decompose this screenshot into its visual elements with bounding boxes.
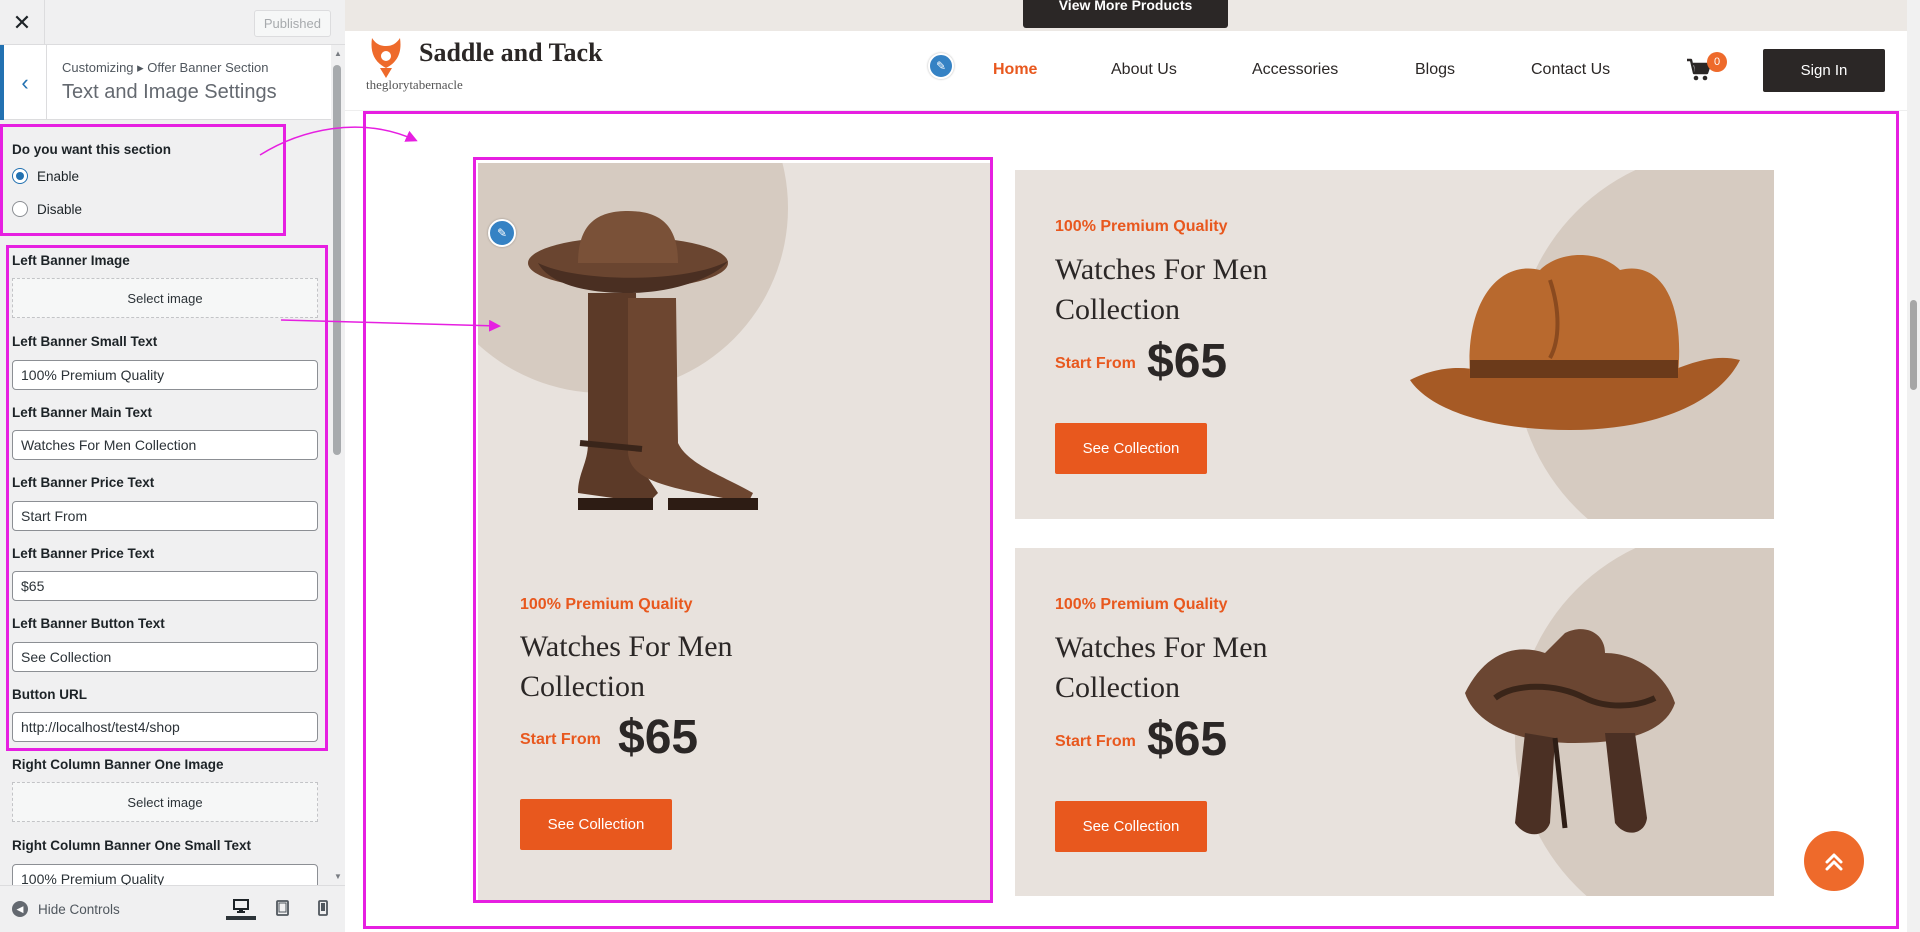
section-header: ‹ Customizing ▸ Offer Banner Section Tex… bbox=[0, 45, 335, 120]
right-two-price: $65 bbox=[1147, 713, 1228, 766]
right-offer-banner-two: 100% Premium Quality Watches For Men Col… bbox=[1015, 548, 1774, 896]
button-url-input[interactable]: http://localhost/test4/shop bbox=[12, 712, 318, 742]
preview-scrollbar[interactable] bbox=[1907, 0, 1920, 932]
breadcrumb: Customizing ▸ Offer Banner Section bbox=[62, 60, 269, 75]
customizer-sidebar: ✕ Published ‹ Customizing ▸ Offer Banner… bbox=[0, 0, 345, 932]
customizer-header-bar: ✕ Published bbox=[0, 0, 345, 45]
right-one-small-text-input[interactable]: 100% Premium Quality bbox=[12, 864, 318, 885]
published-button[interactable]: Published bbox=[253, 10, 331, 37]
double-chevron-up-icon[interactable] bbox=[1804, 831, 1864, 891]
left-banner-select-image-button[interactable]: Select image bbox=[12, 278, 318, 318]
left-small-text-label: Left Banner Small Text bbox=[12, 334, 158, 349]
nav-accessories[interactable]: Accessories bbox=[1252, 61, 1338, 79]
customizer-footer: ◀ Hide Controls bbox=[0, 885, 345, 932]
left-price-label: Left Banner Price Text bbox=[12, 546, 155, 561]
right-one-see-collection-button[interactable]: See Collection bbox=[1055, 423, 1207, 474]
right-offer-banner-one: 100% Premium Quality Watches For Men Col… bbox=[1015, 170, 1774, 519]
enable-radio-row[interactable]: Enable bbox=[12, 168, 79, 184]
disable-radio[interactable] bbox=[12, 201, 28, 217]
scroll-up-icon[interactable]: ▲ bbox=[334, 49, 342, 58]
right-one-small-text-label: Right Column Banner One Small Text bbox=[12, 838, 252, 853]
disable-radio-row[interactable]: Disable bbox=[12, 201, 82, 217]
cart-count-badge: 0 bbox=[1707, 52, 1727, 72]
site-preview: View More Products Saddle and Tack thegl… bbox=[345, 0, 1920, 932]
site-brand[interactable]: Saddle and Tack bbox=[419, 38, 603, 68]
left-start-from: Start From bbox=[520, 731, 601, 748]
left-see-collection-button[interactable]: See Collection bbox=[520, 799, 672, 850]
controls-panel[interactable]: Do you want this section Enable Disable … bbox=[0, 120, 335, 885]
section-toggle-label: Do you want this section bbox=[12, 142, 172, 157]
cowboy-hat-image bbox=[1410, 255, 1740, 430]
left-main-text-input[interactable]: Watches For Men Collection bbox=[12, 430, 318, 460]
desktop-icon[interactable] bbox=[226, 896, 256, 920]
scroll-down-icon[interactable]: ▼ bbox=[334, 872, 342, 881]
left-price-input[interactable]: $65 bbox=[12, 571, 318, 601]
collapse-arrow-icon: ◀ bbox=[12, 901, 28, 917]
edit-pencil-icon[interactable]: ✎ bbox=[488, 219, 516, 247]
sidebar-scrollbar[interactable]: ▲ ▼ bbox=[331, 45, 345, 885]
right-one-main-text: Watches For Men Collection bbox=[1055, 253, 1268, 326]
left-button-text-label: Left Banner Button Text bbox=[12, 616, 165, 631]
left-banner-image-label: Left Banner Image bbox=[12, 253, 130, 268]
right-one-select-image-button[interactable]: Select image bbox=[12, 782, 318, 822]
right-one-price: $65 bbox=[1147, 335, 1228, 388]
left-price-text-label: Left Banner Price Text bbox=[12, 475, 155, 490]
enable-radio[interactable] bbox=[12, 168, 28, 184]
boots-and-hat-image bbox=[528, 211, 758, 510]
right-one-small-text: 100% Premium Quality bbox=[1055, 218, 1228, 235]
left-button-text-input[interactable]: See Collection bbox=[12, 642, 318, 672]
nav-contact-us[interactable]: Contact Us bbox=[1531, 61, 1610, 79]
left-main-text-label: Left Banner Main Text bbox=[12, 405, 153, 420]
left-small-text: 100% Premium Quality bbox=[520, 596, 693, 613]
left-main-text: Watches For Men Collection bbox=[520, 630, 733, 703]
site-tagline: theglorytabernacle bbox=[366, 77, 463, 92]
edit-pencil-icon[interactable]: ✎ bbox=[928, 53, 954, 79]
sign-in-button[interactable]: Sign In bbox=[1763, 49, 1885, 92]
left-price: $65 bbox=[618, 711, 699, 764]
right-two-see-collection-button[interactable]: See Collection bbox=[1055, 801, 1207, 852]
saddle-image bbox=[1465, 629, 1675, 835]
preview-scroll-thumb[interactable] bbox=[1910, 300, 1917, 390]
sidebar-scroll-thumb[interactable] bbox=[333, 65, 341, 455]
mobile-icon[interactable] bbox=[308, 896, 338, 920]
view-more-label: View More Products bbox=[1058, 0, 1193, 13]
right-two-small-text: 100% Premium Quality bbox=[1055, 596, 1228, 613]
close-icon[interactable]: ✕ bbox=[0, 0, 45, 45]
view-more-products-button[interactable]: View More Products bbox=[1023, 0, 1228, 28]
tablet-icon[interactable] bbox=[267, 896, 297, 920]
site-header: Saddle and Tack theglorytabernacle ✎ Hom… bbox=[345, 31, 1907, 111]
previous-section-strip: View More Products bbox=[345, 0, 1907, 31]
nav-blogs[interactable]: Blogs bbox=[1415, 61, 1455, 79]
hide-controls-button[interactable]: ◀ Hide Controls bbox=[12, 901, 120, 917]
saddle-logo-icon[interactable] bbox=[366, 34, 406, 80]
disable-label: Disable bbox=[37, 201, 83, 217]
right-one-image-label: Right Column Banner One Image bbox=[12, 757, 224, 772]
button-url-label: Button URL bbox=[12, 687, 87, 702]
enable-label: Enable bbox=[37, 168, 80, 184]
hide-controls-label: Hide Controls bbox=[38, 901, 120, 917]
nav-about-us[interactable]: About Us bbox=[1111, 61, 1177, 79]
left-offer-banner: 100% Premium Quality Watches For Men Col… bbox=[478, 163, 990, 903]
back-arrow-icon[interactable]: ‹ bbox=[0, 45, 47, 120]
nav-home[interactable]: Home bbox=[993, 61, 1037, 79]
right-two-start-from: Start From bbox=[1055, 733, 1136, 750]
left-price-text-input[interactable]: Start From bbox=[12, 501, 318, 531]
right-one-start-from: Start From bbox=[1055, 355, 1136, 372]
left-small-text-input[interactable]: 100% Premium Quality bbox=[12, 360, 318, 390]
right-two-main-text: Watches For Men Collection bbox=[1055, 631, 1268, 704]
section-title: Text and Image Settings bbox=[62, 81, 277, 103]
